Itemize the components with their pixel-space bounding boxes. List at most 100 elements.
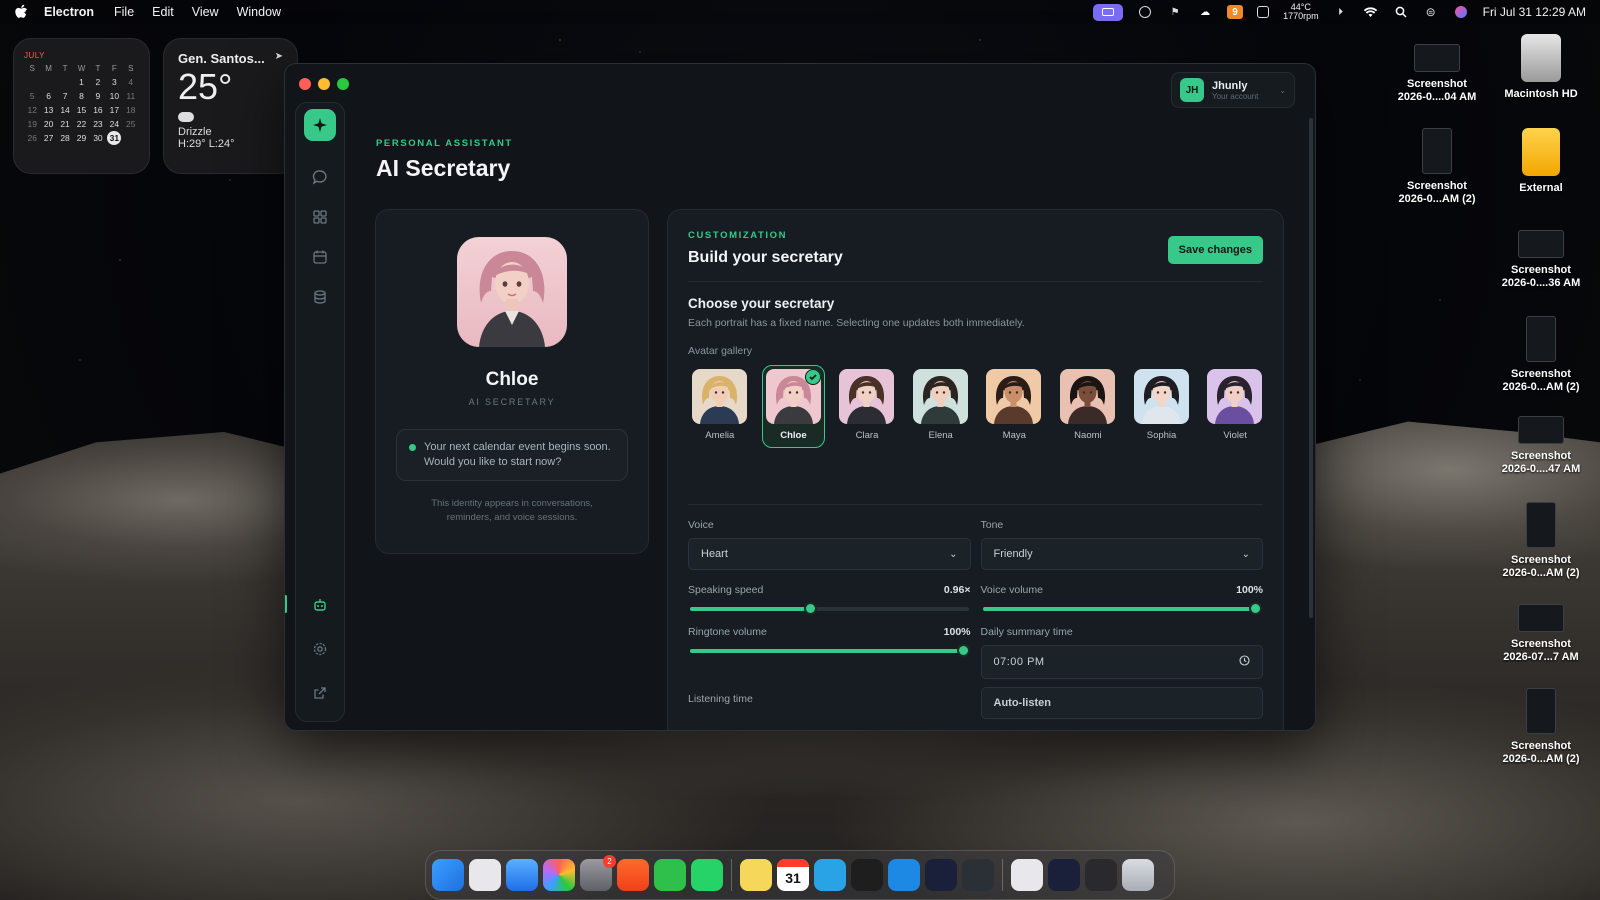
activity-icon[interactable] [1137,5,1153,19]
calendar-day: 16 [93,105,103,115]
secretary-name: Chloe [485,369,539,390]
desktop-item-sublabel: 2026-0...AM (2) [1502,567,1580,579]
avatar-option-naomi[interactable]: Naomi [1060,369,1116,448]
play-icon[interactable]: ⏵ [1333,5,1349,19]
macintosh-hd-drive[interactable]: Macintosh HD [1486,34,1596,101]
dock-app-mail-icon[interactable] [506,859,538,891]
avatar-option-clara[interactable]: Clara [839,369,895,448]
zoom-window-button[interactable] [337,78,349,90]
menu-app-name[interactable]: Electron [44,5,94,19]
slider-thumb[interactable] [803,602,817,615]
sparkle-icon[interactable] [304,109,336,141]
dock-app-screen-icon[interactable] [1085,859,1117,891]
page-title: AI Secretary [376,155,511,181]
dock-app-telegram-icon[interactable] [814,859,846,891]
listening-time-select[interactable]: Auto-listen [980,687,1263,719]
gear-icon[interactable] [302,631,338,667]
dock-app-launchpad-icon[interactable] [469,859,501,891]
counter-badge-icon[interactable]: 9 [1227,5,1244,19]
dock-app-photos-icon[interactable] [543,859,575,891]
avatar-option-sophia[interactable]: Sophia [1133,369,1190,448]
weather-widget[interactable]: Gen. Santos... ➤ 25° Drizzle H:29° L:24° [163,38,298,174]
dock-app-finder-icon[interactable] [432,859,464,891]
spotlight-search-icon[interactable] [1393,5,1409,19]
close-window-button[interactable] [299,78,311,90]
screenshot-thumbnail [1518,416,1564,444]
dock-app-chat-icon[interactable] [925,859,957,891]
desktop-screenshot-file[interactable]: Screenshot 2026-0...AM (2) [1486,688,1596,766]
database-icon[interactable] [302,279,338,315]
dock-app-preview-icon[interactable] [1011,859,1043,891]
dock-app-notes-icon[interactable] [740,859,772,891]
menu-window[interactable]: Window [237,5,281,19]
menu-file[interactable]: File [114,5,134,19]
calendar-widget[interactable]: JULY S M T W T F S 1 2 3 4 5 6 7 8 9 10 11 12 13 14 15 16 17 18 1… [13,38,150,174]
dock-app-electron-icon[interactable] [962,859,994,891]
dock-app-figma-icon[interactable] [851,859,883,891]
dock-app-whatsapp-icon[interactable] [691,859,723,891]
avatar-option-violet[interactable]: Violet [1207,369,1263,448]
grid-icon[interactable] [302,199,338,235]
menu-edit[interactable]: Edit [152,5,174,19]
content-scrollbar[interactable] [1309,118,1313,618]
desktop-item-sublabel: 2026-0....04 AM [1397,91,1477,103]
cloud-icon[interactable]: ☁ [1197,5,1213,19]
screen-share-icon[interactable] [1093,3,1124,21]
chat-icon[interactable] [302,159,338,195]
dock-app-screen-icon[interactable] [1048,859,1080,891]
daily-summary-time-input[interactable]: 07:00 PM [980,645,1263,679]
avatar-option-maya[interactable]: Maya [986,369,1042,448]
control-icon[interactable]: ⚑ [1167,5,1183,19]
save-changes-button[interactable]: Save changes [1167,236,1263,264]
tone-select[interactable]: Friendly ⌄ [980,538,1263,570]
clock-icon [1239,655,1250,669]
external-link-icon[interactable] [302,675,338,711]
siri-icon[interactable] [1453,5,1469,19]
desktop-screenshot-file[interactable]: Screenshot 2026-0...AM (2) [1486,316,1596,394]
avatar-option-chloe[interactable]: Chloe [761,365,826,448]
avatar-option-elena[interactable]: Elena [912,369,969,448]
slider-thumb[interactable] [956,644,970,657]
slider-thumb[interactable] [1249,602,1262,615]
apple-menu-icon[interactable] [14,4,28,20]
voice-volume-slider[interactable] [982,602,1262,616]
dock-app-proxyman-icon[interactable] [888,859,920,891]
chevron-down-icon: ⌄ [949,548,958,560]
minimize-window-button[interactable] [318,78,330,90]
dock-app-brave-icon[interactable] [617,859,649,891]
ringtone-volume-slider[interactable] [690,644,970,658]
calendar-icon[interactable] [302,239,338,275]
menu-view[interactable]: View [192,5,219,19]
chevron-down-icon: ⌄ [1279,85,1286,95]
cpu-icon[interactable] [1257,6,1270,18]
desktop-screenshot-file[interactable]: Screenshot 2026-0....04 AM [1382,44,1492,104]
wifi-icon[interactable] [1363,5,1379,19]
account-menu[interactable]: JH Jhunly Your account ⌄ [1171,72,1295,108]
dock-app-system-settings-icon[interactable]: 2 [580,855,616,891]
desktop-screenshot-file[interactable]: Screenshot 2026-0...AM (2) [1382,128,1492,206]
calendar-notice[interactable]: Your next calendar event begins soon. Wo… [396,429,628,481]
app-sidebar [285,102,345,722]
desktop-screenshot-file[interactable]: Screenshot 2026-07...7 AM [1486,604,1596,664]
temperature-readout[interactable]: 44°C 1770rpm [1283,3,1319,21]
weather-city: Gen. Santos... [178,51,265,66]
robot-icon[interactable] [285,587,338,623]
calendar-day: 26 [27,133,37,143]
voice-select[interactable]: Heart ⌄ [688,538,971,570]
calendar-day: 5 [29,91,35,101]
menubar-clock[interactable]: Fri Jul 31 12:29 AM [1483,5,1586,19]
avatar-option-amelia[interactable]: Amelia [692,369,748,448]
avatar-name: Amelia [705,430,735,441]
tone-value: Friendly [993,548,1033,560]
desktop-screenshot-file[interactable]: Screenshot 2026-0....36 AM [1486,230,1596,290]
dock-app-streaks-icon[interactable] [654,859,686,891]
external-drive[interactable]: External [1486,128,1596,195]
dock-app-calendar-icon[interactable]: 31 [777,859,809,891]
dock-app-trash-icon[interactable] [1122,859,1154,891]
desktop-screenshot-file[interactable]: Screenshot 2026-0....47 AM [1486,416,1596,476]
calendar-day [24,77,40,87]
calendar-day [57,77,73,87]
control-center-icon[interactable]: ⊜ [1423,5,1439,19]
speaking-speed-slider[interactable] [690,602,969,616]
desktop-screenshot-file[interactable]: Screenshot 2026-0...AM (2) [1486,502,1596,580]
